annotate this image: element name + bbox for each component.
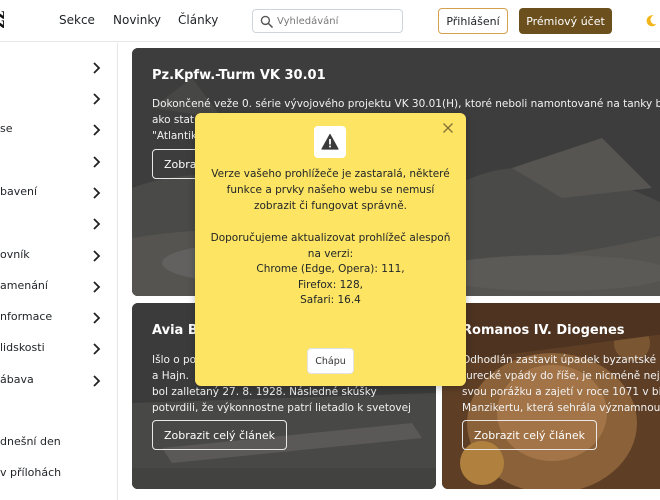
chevron-right-icon [93,187,101,199]
modal-text-line: Firefox: 128, [297,279,363,291]
sidebar: se bavení ovník amenání nformace lidskos… [0,43,118,500]
sidebar-item[interactable]: ovník [0,245,118,267]
sidebar-item[interactable]: nformace [0,307,118,329]
moon-icon[interactable] [644,14,658,28]
sidebar-item[interactable]: bavení [0,182,118,204]
sidebar-item[interactable]: ábava [0,370,118,392]
chevron-right-icon [93,62,101,74]
search-icon [260,15,273,28]
sidebar-item[interactable] [0,213,118,235]
understand-button[interactable]: Chápu [307,348,354,374]
sidebar-item[interactable] [0,88,118,110]
modal-text-line: Verze vašeho prohlížeče je zastaralá, ně… [211,168,450,180]
card-text-line: "Atlantik [152,130,198,142]
chevron-right-icon [93,375,101,387]
chevron-right-icon [93,124,101,136]
modal-text-line: zobrazit či fungovat správně. [253,200,407,212]
sidebar-item-label: v přílohách [0,466,62,479]
top-header: zz Sekce Novinky Články Přihlášení Prémi… [0,0,660,42]
modal-text-line: Safari: 16.4 [300,294,361,306]
chevron-right-icon [93,218,101,230]
sidebar-item-label: bavení [0,185,38,198]
warning-icon [321,133,339,150]
outdated-browser-modal: Verze vašeho prohlížeče je zastaralá, ně… [195,113,466,386]
search-input[interactable] [277,13,397,29]
login-button[interactable]: Přihlášení [438,8,508,34]
warning-icon-box [314,126,346,158]
chevron-right-icon [93,250,101,262]
card-title[interactable]: Avia B [152,323,198,338]
card-text-line: potvrdili, že výkonnostne patrí lietadlo… [152,402,411,414]
card-text-line: bol zalletaný 27. 8. 1928. Následné skúš… [152,386,377,398]
nav-clanky[interactable]: Články [178,13,218,27]
card-text-line: svou porážku a zajetí v roce 1071 v bi [462,386,660,398]
sidebar-item-label: dnešní den [0,435,61,448]
sidebar-item-label: lidskosti [0,341,45,354]
search-box[interactable] [252,9,403,33]
modal-text-line: na verzi: [307,248,354,260]
sidebar-item-label: amenání [0,279,48,292]
sidebar-item-label: ábava [0,373,34,386]
sidebar-item[interactable]: dnešní den [0,432,118,454]
sidebar-item[interactable]: v přílohách [0,463,118,485]
show-article-button[interactable]: Zobrazit celý článek [152,420,287,450]
modal-text-line: Chrome (Edge, Opera): 111, [256,263,405,275]
card-text-line: turecké vpády do říše, je nicméně nejz [462,370,660,382]
sidebar-item[interactable]: lidskosti [0,338,118,360]
show-article-button[interactable]: Zobrazit celý článek [462,420,597,450]
nav-sekce[interactable]: Sekce [59,13,95,27]
sidebar-item[interactable] [0,57,118,79]
chevron-right-icon [93,93,101,105]
site-logo[interactable]: zz [0,10,11,28]
nav-novinky[interactable]: Novinky [113,13,161,27]
card-text-line: Manzikertu, která sehrála významnou [462,402,660,414]
card-text-line: Išlo o po [152,354,197,366]
modal-text-line: funkce a prvky našeho webu se nemusí [226,184,435,196]
chevron-right-icon [93,156,101,168]
sidebar-item[interactable]: amenání [0,276,118,298]
chevron-right-icon [93,312,101,324]
card-text-line: Odhodlán zastavit úpadek byzantské a [462,354,660,366]
sidebar-item-label: se [0,122,13,135]
chevron-right-icon [93,281,101,293]
chevron-right-icon [93,343,101,355]
card-text-line: a Hajn. [152,370,190,382]
sidebar-item-label: nformace [0,310,53,323]
modal-text-line: Doporučujeme aktualizovat prohlížeč ales… [210,232,451,244]
article-card-right[interactable]: Romanos IV. Diogenes Odhodlán zastavit ú… [442,303,660,489]
sidebar-item[interactable]: se [0,119,118,141]
card-title[interactable]: Pz.Kpfw.-Turm VK 30.01 [152,68,326,83]
premium-account-button[interactable]: Prémiový účet [519,8,612,34]
sidebar-item[interactable] [0,151,118,173]
sidebar-item-label: ovník [0,248,30,261]
card-text-line: Dokončené veže 0. série vývojového proje… [152,98,660,110]
card-title[interactable]: Romanos IV. Diogenes [462,323,625,338]
close-icon[interactable] [441,121,455,135]
